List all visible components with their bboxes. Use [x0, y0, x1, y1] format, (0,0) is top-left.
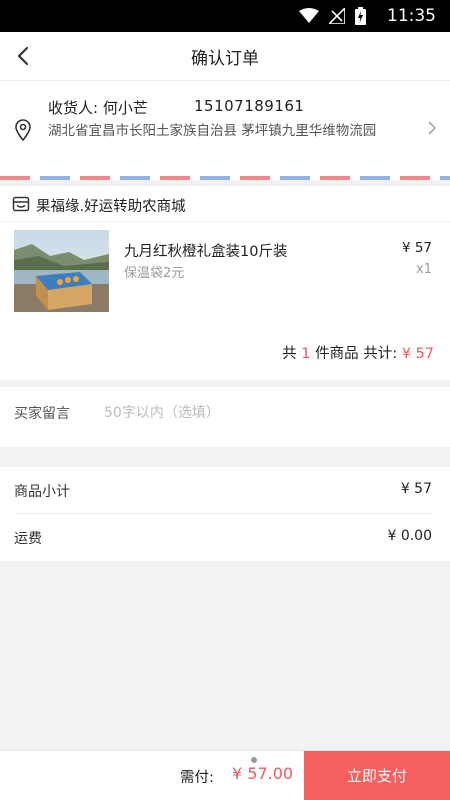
no-signal-icon	[329, 8, 345, 24]
subtotal-row: 商品小计 ¥ 57	[14, 467, 432, 513]
pay-now-button[interactable]: 立即支付	[304, 751, 450, 800]
buyer-remark-row: 买家留言	[0, 387, 450, 447]
header-bar: 确认订单	[0, 32, 450, 80]
checkout-bar: 需付: ¥ 57.00 立即支付	[0, 750, 450, 800]
shipping-value: ¥ 0.00	[387, 528, 432, 544]
amount-due-value: ¥ 57.00	[232, 764, 294, 783]
shipping-address: 湖北省宜昌市长阳土家族自治县 茅坪镇九里华维物流园	[48, 123, 377, 139]
price-details: 商品小计 ¥ 57 运费 ¥ 0.00	[0, 467, 450, 561]
store-card: 果福缘.好运转助农商城 九月红秋橙礼盒装10斤装 保温袋2元 ¥ 57 x1 共…	[0, 186, 450, 380]
store-icon	[12, 196, 30, 212]
product-quantity: x1	[416, 262, 432, 277]
envelope-stripe	[0, 176, 450, 180]
product-option: 保温袋2元	[124, 266, 185, 281]
order-summary: 共 1 件商品 共计: ¥ 57	[282, 342, 434, 363]
summary-mid: 件商品 共计:	[315, 346, 398, 362]
summary-count: 1	[301, 346, 311, 362]
store-name: 果福缘.好运转助农商城	[36, 199, 186, 215]
product-name: 九月红秋橙礼盒装10斤装	[124, 244, 288, 260]
status-bar: 11:35	[0, 0, 450, 32]
product-image[interactable]	[14, 230, 109, 312]
wifi-icon	[299, 8, 319, 23]
amount-due-label: 需付:	[180, 770, 214, 786]
battery-charging-icon	[355, 7, 366, 25]
page-title: 确认订单	[191, 49, 259, 69]
product-price: ¥ 57	[401, 240, 432, 256]
subtotal-value: ¥ 57	[400, 481, 432, 497]
shipping-label: 运费	[14, 531, 42, 547]
store-header: 果福缘.好运转助农商城	[0, 186, 450, 222]
indicator-dot	[251, 757, 257, 763]
subtotal-label: 商品小计	[14, 484, 70, 500]
address-card[interactable]: 收货人: 何小芒 15107189161 湖北省宜昌市长阳土家族自治县 茅坪镇九…	[0, 80, 450, 180]
shipping-row: 运费 ¥ 0.00	[14, 514, 432, 560]
summary-total: ¥ 57	[401, 346, 434, 362]
summary-prefix: 共	[282, 346, 297, 362]
location-pin-icon	[15, 119, 31, 141]
remark-label: 买家留言	[14, 406, 70, 422]
recipient-name: 收货人: 何小芒	[48, 99, 148, 117]
chevron-right-icon	[428, 121, 437, 135]
recipient-phone: 15107189161	[194, 97, 305, 115]
status-time: 11:35	[387, 6, 436, 26]
remark-input[interactable]	[104, 401, 424, 425]
